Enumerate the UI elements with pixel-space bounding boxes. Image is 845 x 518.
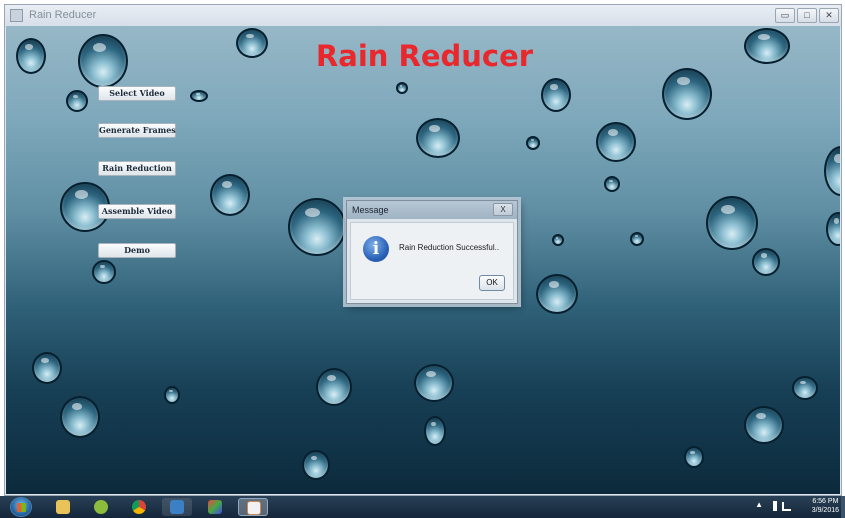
dialog-titlebar[interactable]: Message X <box>347 201 517 219</box>
water-drop <box>536 274 578 314</box>
dialog-title: Message <box>352 205 389 215</box>
assemble-video-button[interactable]: Assemble Video <box>98 204 176 219</box>
system-clock[interactable]: 6:56 PM 3/9/2016 <box>812 497 839 515</box>
chrome-icon[interactable] <box>124 498 154 516</box>
generate-frames-button[interactable]: Generate Frames <box>98 123 176 138</box>
water-drop <box>424 416 446 446</box>
water-drop <box>92 260 116 284</box>
dialog-message: Rain Reduction Successful.. <box>399 243 500 252</box>
android-icon[interactable] <box>86 498 116 516</box>
water-drop <box>190 90 208 102</box>
clock-date: 3/9/2016 <box>811 507 839 514</box>
water-drop <box>752 248 780 276</box>
dialog-body: i Rain Reduction Successful.. OK <box>350 222 514 300</box>
water-drop <box>396 82 408 94</box>
network-icon[interactable] <box>782 502 791 511</box>
water-drop <box>744 406 784 444</box>
clock-time: 6:56 PM <box>812 498 839 505</box>
flag-icon[interactable] <box>773 501 777 511</box>
window-title: Rain Reducer <box>29 9 97 21</box>
paint-icon[interactable] <box>200 498 230 516</box>
water-drop <box>630 232 644 246</box>
water-drop <box>302 450 330 480</box>
water-drop <box>684 446 704 468</box>
info-icon: i <box>363 236 389 262</box>
water-drop <box>662 68 712 120</box>
window-titlebar[interactable]: Rain Reducer ▭ □ ✕ <box>5 5 841 27</box>
file-explorer-icon[interactable] <box>48 498 78 516</box>
tray-arrow-icon[interactable]: ▲ <box>755 500 763 509</box>
dialog-close-button[interactable]: X <box>493 203 513 216</box>
water-drop <box>541 78 571 112</box>
water-drop <box>824 146 840 196</box>
ok-button[interactable]: OK <box>479 275 505 291</box>
app-heading: Rain Reducer <box>315 39 534 73</box>
message-dialog: Message X i Rain Reduction Successful.. … <box>346 200 518 304</box>
minimize-button[interactable]: ▭ <box>775 8 795 23</box>
water-drop <box>526 136 540 150</box>
water-drop <box>604 176 620 192</box>
maximize-button[interactable]: □ <box>797 8 817 23</box>
water-drop <box>60 396 100 438</box>
show-desktop-button[interactable] <box>841 496 845 518</box>
water-drop <box>414 364 454 402</box>
select-video-button[interactable]: Select Video <box>98 86 176 101</box>
water-drop <box>316 368 352 406</box>
water-drop <box>706 196 758 250</box>
rain-reduction-button[interactable]: Rain Reduction <box>98 161 176 176</box>
water-drop <box>826 212 840 246</box>
water-drop <box>792 376 818 400</box>
demo-button[interactable]: Demo <box>98 243 176 258</box>
java-icon[interactable] <box>238 498 268 516</box>
water-drop <box>288 198 346 256</box>
virtualbox-icon[interactable] <box>162 498 192 516</box>
taskbar: ▲ 6:56 PM 3/9/2016 <box>0 496 845 518</box>
water-drop <box>32 352 62 384</box>
water-drop <box>416 118 460 158</box>
start-button[interactable] <box>10 497 32 517</box>
java-app-icon <box>10 9 23 22</box>
water-drop <box>552 234 564 246</box>
close-button[interactable]: ✕ <box>819 8 839 23</box>
water-drop <box>164 386 180 404</box>
water-drop <box>66 90 88 112</box>
water-drop <box>210 174 250 216</box>
water-drop <box>596 122 636 162</box>
